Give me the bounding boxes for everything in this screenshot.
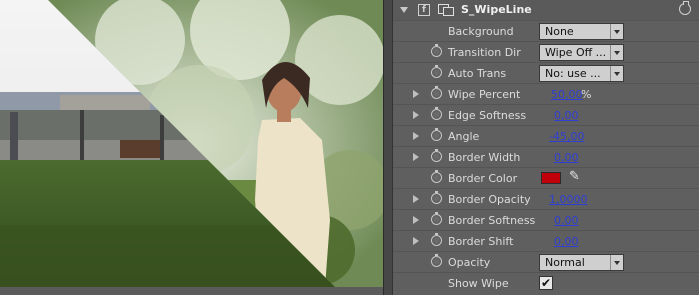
auto-trans-dropdown[interactable]: No: use ... [539, 65, 624, 82]
stopwatch-icon[interactable] [431, 212, 442, 225]
prop-label: Border Softness [448, 214, 536, 227]
stopwatch-icon[interactable] [431, 65, 442, 78]
preview-image [0, 0, 383, 287]
stopwatch-icon[interactable] [431, 128, 442, 141]
transition-dir-dropdown[interactable]: Wipe Off ... [539, 44, 624, 61]
stopwatch-icon[interactable] [431, 254, 442, 267]
chevron-right-icon[interactable] [413, 111, 419, 119]
border-opacity-value[interactable]: 1,0000 [549, 193, 588, 206]
prop-label: Border Opacity [448, 193, 531, 206]
prop-label: Border Color [448, 172, 518, 185]
prop-label: Border Shift [448, 235, 514, 248]
prop-edge-softness: Edge Softness 0,00 [393, 105, 699, 126]
stopwatch-icon[interactable] [431, 191, 442, 204]
percent-suffix: % [581, 88, 592, 101]
chevron-right-icon[interactable] [413, 237, 419, 245]
chevron-right-icon[interactable] [413, 90, 419, 98]
prop-angle: Angle -45,00 [393, 126, 699, 147]
stopwatch-icon[interactable] [431, 86, 442, 99]
show-wipe-checkbox[interactable]: ✔ [539, 276, 553, 290]
prop-transition-dir: Transition Dir Wipe Off ... [393, 42, 699, 63]
prop-label: Wipe Percent [448, 88, 521, 101]
prop-border-opacity: Border Opacity 1,0000 [393, 189, 699, 210]
prop-auto-trans: Auto Trans No: use ... [393, 63, 699, 84]
stopwatch-icon[interactable] [431, 107, 442, 120]
background-dropdown[interactable]: None [539, 23, 624, 40]
chevron-right-icon[interactable] [413, 216, 419, 224]
composition-preview[interactable] [0, 0, 383, 287]
prop-label: Angle [448, 130, 480, 143]
chevron-right-icon[interactable] [413, 132, 419, 140]
chevron-down-icon [610, 66, 623, 81]
angle-value[interactable]: -45,00 [549, 130, 584, 143]
border-shift-value[interactable]: 0,00 [554, 235, 579, 248]
prop-label: Border Width [448, 151, 521, 164]
prop-label: Show Wipe [448, 277, 509, 290]
chevron-right-icon[interactable] [413, 153, 419, 161]
stopwatch-icon[interactable] [431, 149, 442, 162]
preview-bottom-bar [0, 287, 383, 295]
prop-background: Background None [393, 21, 699, 42]
prop-border-softness: Border Softness 0,00 [393, 210, 699, 231]
stopwatch-icon[interactable] [431, 233, 442, 246]
prop-label: Opacity [448, 256, 491, 269]
prop-label: Edge Softness [448, 109, 527, 122]
prop-border-width: Border Width 0,00 [393, 147, 699, 168]
eyedropper-icon[interactable]: ✎ [569, 169, 580, 184]
border-width-value[interactable]: 0,00 [554, 151, 579, 164]
stopwatch-icon[interactable] [431, 170, 442, 183]
chevron-down-icon [610, 255, 623, 270]
fx-toggle[interactable]: f [418, 4, 430, 16]
prop-border-shift: Border Shift 0,00 [393, 231, 699, 252]
prop-opacity: Opacity Normal [393, 252, 699, 273]
effect-name: S_WipeLine [461, 3, 532, 16]
prop-label: Auto Trans [448, 67, 507, 80]
prop-wipe-percent: Wipe Percent 50,00 % [393, 84, 699, 105]
panel-divider[interactable] [383, 0, 393, 295]
prop-label: Transition Dir [448, 46, 521, 59]
stopwatch-icon[interactable] [431, 44, 442, 57]
chevron-down-icon [610, 24, 623, 39]
opacity-dropdown[interactable]: Normal [539, 254, 624, 271]
reset-icon[interactable] [679, 1, 691, 15]
wipe-percent-value[interactable]: 50,00 [551, 88, 583, 101]
chevron-down-icon [610, 45, 623, 60]
prop-label: Background [448, 25, 514, 38]
prop-border-color: Border Color ✎ [393, 168, 699, 189]
prop-show-wipe: Show Wipe ✔ [393, 273, 699, 294]
chevron-right-icon[interactable] [413, 195, 419, 203]
effect-header: f S_WipeLine [393, 0, 699, 21]
effect-controls-panel: f S_WipeLine Background None Transition … [393, 0, 699, 295]
border-color-swatch[interactable] [541, 172, 561, 184]
effect-icon [438, 4, 456, 16]
border-softness-value[interactable]: 0,00 [554, 214, 579, 227]
chevron-down-icon[interactable] [400, 7, 408, 13]
edge-softness-value[interactable]: 0,00 [554, 109, 579, 122]
